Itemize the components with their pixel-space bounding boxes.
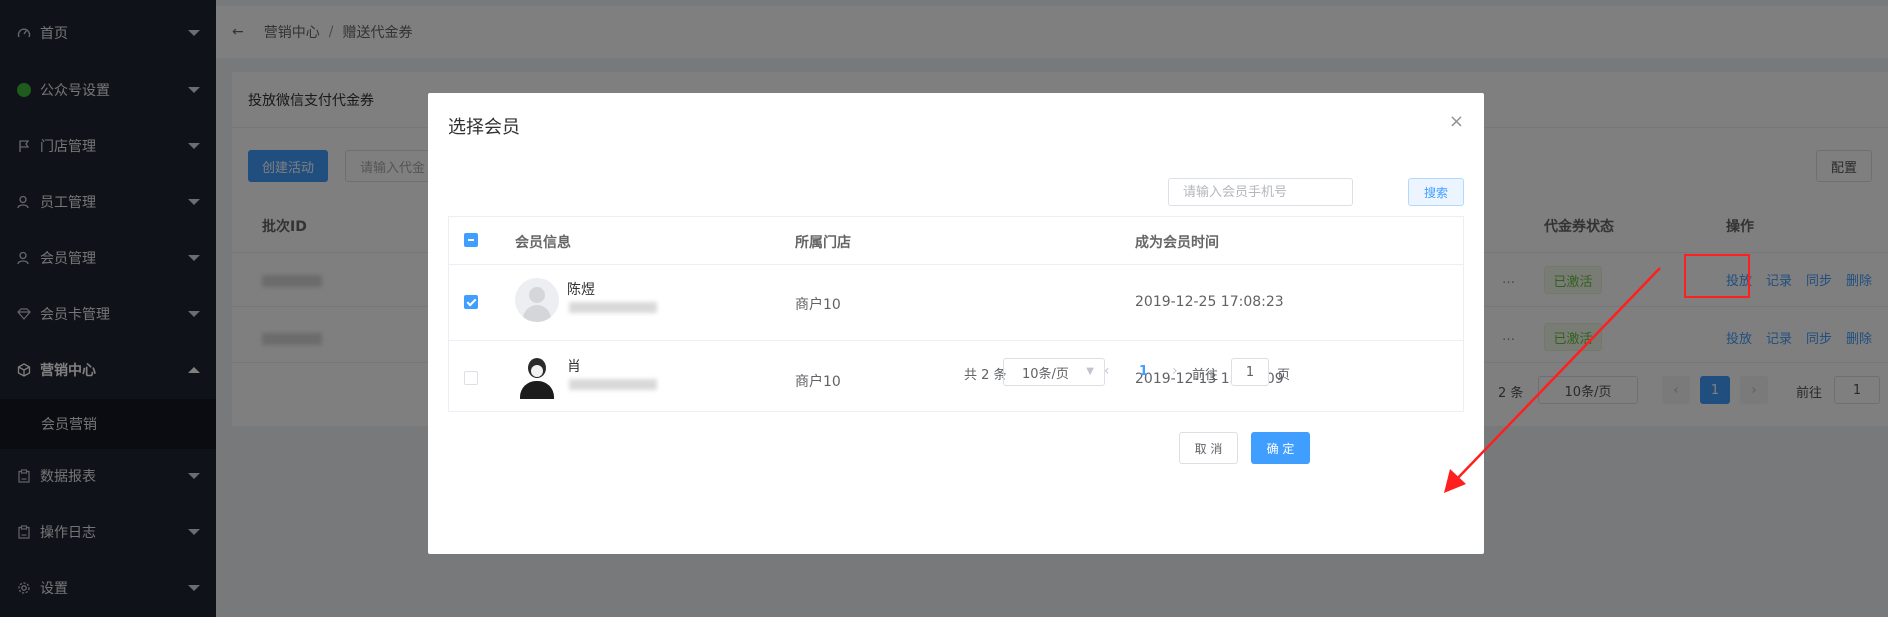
page-1-button[interactable]: 1 (1139, 364, 1148, 379)
member-joined-at: 2019-12-25 17:08:23 (1135, 294, 1284, 310)
next-page-icon[interactable]: › (1172, 363, 1178, 379)
prev-page-icon[interactable]: ‹ (1104, 363, 1110, 379)
close-icon[interactable]: × (1449, 111, 1464, 132)
avatar (515, 355, 559, 399)
pager-total: 共 2 条 (964, 368, 1007, 383)
member-phone-blurred (569, 302, 657, 313)
row-checkbox[interactable] (464, 295, 478, 309)
column-header-store: 所属门店 (795, 235, 851, 251)
member-name: 陈煜 (567, 282, 595, 298)
select-member-dialog: 选择会员 × 搜索 会员信息 所属门店 成为会员时间 陈煜 商户10 2019-… (428, 93, 1484, 554)
member-store: 商户10 (795, 297, 841, 313)
page-size-select[interactable]: 10条/页 ▼ (1003, 358, 1105, 386)
chevron-down-icon: ▼ (1086, 366, 1094, 377)
goto-page-input[interactable] (1231, 358, 1269, 386)
column-header-joined-at: 成为会员时间 (1135, 235, 1219, 251)
page-size-value: 10条/页 (1022, 366, 1069, 382)
page-unit: 页 (1277, 368, 1291, 383)
avatar (515, 278, 559, 322)
select-all-checkbox[interactable] (464, 233, 478, 247)
row-checkbox[interactable] (464, 371, 478, 385)
highlight-box (1684, 254, 1750, 298)
member-store: 商户10 (795, 374, 841, 390)
search-button[interactable]: 搜索 (1408, 178, 1464, 206)
table-header: 会员信息 所属门店 成为会员时间 (449, 217, 1463, 265)
member-name: 肖 (567, 359, 581, 375)
column-header-member-info: 会员信息 (515, 235, 571, 251)
cancel-button[interactable]: 取 消 (1179, 432, 1238, 464)
member-phone-blurred (569, 379, 657, 390)
goto-label: 前往 (1192, 368, 1219, 383)
table-row[interactable]: 陈煜 商户10 2019-12-25 17:08:23 (449, 265, 1463, 341)
member-phone-search-input[interactable] (1168, 178, 1353, 206)
confirm-button[interactable]: 确 定 (1251, 432, 1310, 464)
dialog-title: 选择会员 (448, 117, 520, 138)
table-row[interactable]: 肖 商户10 2019-12-13 15:56:09 (449, 342, 1463, 418)
member-table: 会员信息 所属门店 成为会员时间 陈煜 商户10 2019-12-25 17:0… (448, 216, 1464, 412)
